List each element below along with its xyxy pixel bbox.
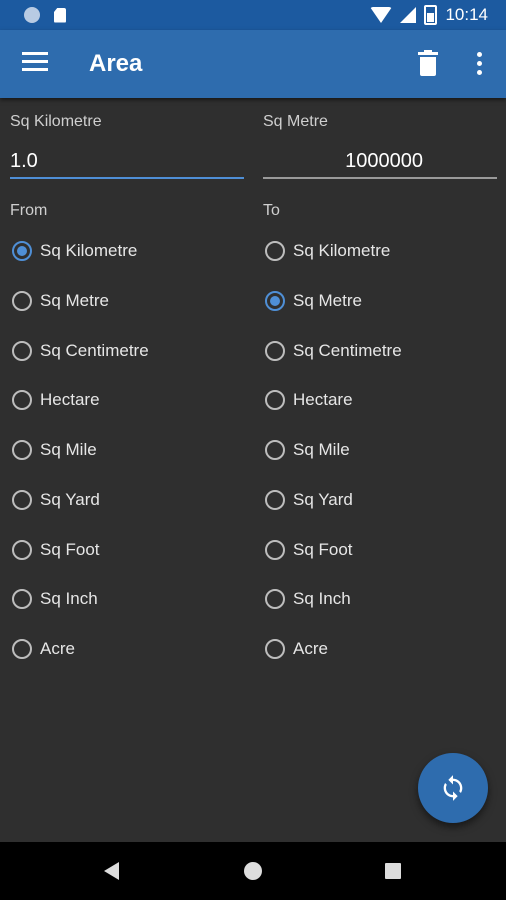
from-option-sq-inch[interactable]: Sq Inch bbox=[12, 589, 98, 609]
radio-label: Sq Inch bbox=[293, 589, 351, 608]
radio-button[interactable] bbox=[265, 639, 285, 659]
home-icon[interactable] bbox=[244, 862, 262, 880]
status-bar: 10:14 bbox=[0, 0, 506, 30]
to-input-underline bbox=[263, 177, 497, 179]
system-nav-bar bbox=[0, 842, 506, 900]
from-input-underline bbox=[10, 177, 244, 179]
radio-button[interactable] bbox=[12, 291, 32, 311]
radio-label: Sq Kilometre bbox=[293, 241, 391, 260]
from-option-acre[interactable]: Acre bbox=[12, 639, 75, 659]
from-option-sq-mile[interactable]: Sq Mile bbox=[12, 440, 97, 460]
to-unit-label: Sq Metre bbox=[263, 113, 328, 130]
to-option-sq-mile[interactable]: Sq Mile bbox=[265, 440, 350, 460]
radio-button[interactable] bbox=[12, 540, 32, 560]
to-option-sq-centimetre[interactable]: Sq Centimetre bbox=[265, 341, 402, 361]
to-section-label: To bbox=[263, 202, 280, 219]
from-option-sq-foot[interactable]: Sq Foot bbox=[12, 540, 100, 560]
to-option-sq-inch[interactable]: Sq Inch bbox=[265, 589, 351, 609]
from-unit-label: Sq Kilometre bbox=[10, 113, 102, 130]
radio-label: Hectare bbox=[293, 390, 353, 409]
from-option-sq-yard[interactable]: Sq Yard bbox=[12, 490, 100, 510]
to-option-sq-yard[interactable]: Sq Yard bbox=[265, 490, 353, 510]
radio-label: Sq Foot bbox=[293, 540, 353, 559]
radio-label: Acre bbox=[293, 639, 328, 658]
radio-button[interactable] bbox=[12, 341, 32, 361]
page-title: Area bbox=[89, 50, 143, 77]
wifi-icon bbox=[370, 7, 393, 23]
radio-label: Sq Mile bbox=[40, 440, 97, 459]
radio-label: Sq Centimetre bbox=[293, 341, 402, 360]
from-option-sq-centimetre[interactable]: Sq Centimetre bbox=[12, 341, 149, 361]
trash-icon[interactable] bbox=[418, 50, 438, 76]
radio-button[interactable] bbox=[12, 589, 32, 609]
radio-button[interactable] bbox=[265, 390, 285, 410]
battery-icon bbox=[424, 5, 438, 25]
to-option-acre[interactable]: Acre bbox=[265, 639, 328, 659]
radio-button[interactable] bbox=[265, 440, 285, 460]
to-option-sq-kilometre[interactable]: Sq Kilometre bbox=[265, 241, 390, 261]
to-option-sq-foot[interactable]: Sq Foot bbox=[265, 540, 353, 560]
menu-icon[interactable] bbox=[22, 52, 48, 72]
recent-apps-icon[interactable] bbox=[385, 863, 401, 879]
radio-button[interactable] bbox=[265, 341, 285, 361]
from-option-hectare[interactable]: Hectare bbox=[12, 390, 100, 410]
from-value-input[interactable] bbox=[10, 144, 242, 178]
from-option-sq-metre[interactable]: Sq Metre bbox=[12, 291, 109, 311]
radio-label: Sq Mile bbox=[293, 440, 350, 459]
radio-label: Hectare bbox=[40, 390, 100, 409]
swap-refresh-icon bbox=[443, 775, 463, 801]
radio-button[interactable] bbox=[12, 639, 32, 659]
radio-button[interactable] bbox=[12, 440, 32, 460]
radio-label: Sq Metre bbox=[40, 291, 109, 310]
notification-dot-icon bbox=[24, 7, 40, 23]
from-option-sq-kilometre[interactable]: Sq Kilometre bbox=[12, 241, 137, 261]
radio-label: Acre bbox=[40, 639, 75, 658]
to-value-input[interactable] bbox=[263, 144, 423, 178]
radio-label: Sq Inch bbox=[40, 589, 98, 608]
radio-button[interactable] bbox=[12, 390, 32, 410]
radio-label: Sq Foot bbox=[40, 540, 100, 559]
radio-button[interactable] bbox=[265, 589, 285, 609]
signal-icon bbox=[400, 7, 417, 23]
back-icon[interactable] bbox=[104, 862, 119, 880]
radio-button[interactable] bbox=[265, 241, 285, 261]
radio-label: Sq Kilometre bbox=[40, 241, 138, 260]
status-time: 10:14 bbox=[445, 5, 488, 24]
to-option-sq-metre[interactable]: Sq Metre bbox=[265, 291, 362, 311]
radio-label: Sq Centimetre bbox=[40, 341, 149, 360]
radio-label: Sq Yard bbox=[293, 490, 353, 509]
radio-button[interactable] bbox=[12, 241, 32, 261]
radio-button[interactable] bbox=[265, 490, 285, 510]
more-vert-icon[interactable] bbox=[474, 52, 484, 78]
radio-label: Sq Metre bbox=[293, 291, 362, 310]
to-option-hectare[interactable]: Hectare bbox=[265, 390, 353, 410]
radio-button[interactable] bbox=[265, 291, 285, 311]
radio-button[interactable] bbox=[12, 490, 32, 510]
from-section-label: From bbox=[10, 202, 48, 219]
radio-button[interactable] bbox=[265, 540, 285, 560]
app-bar: Area bbox=[0, 30, 506, 98]
radio-label: Sq Yard bbox=[40, 490, 100, 509]
sd-card-icon bbox=[54, 7, 66, 23]
convert-fab-button[interactable] bbox=[418, 753, 488, 823]
